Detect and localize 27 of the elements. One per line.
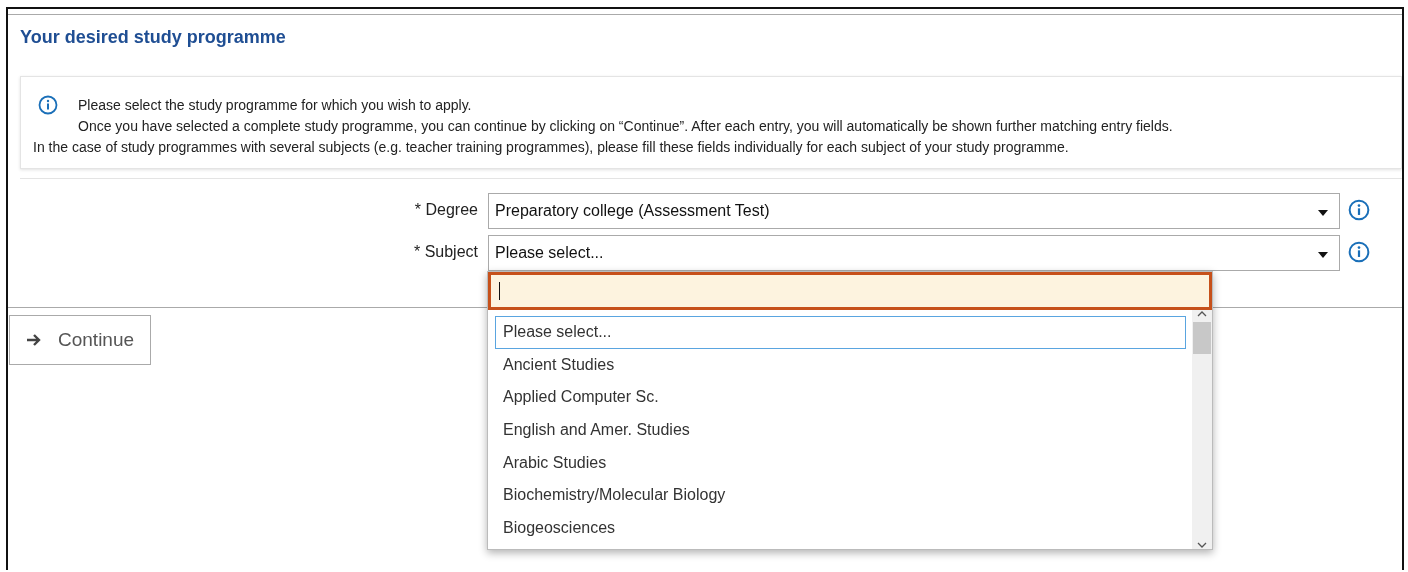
select-field[interactable]: Please select...: [488, 235, 1340, 271]
dropdown-option[interactable]: Biochemistry/Molecular Biology: [495, 478, 1186, 512]
dropdown-option[interactable]: Ancient Studies: [495, 348, 1186, 382]
dropdown-option[interactable]: Applied Computer Sc.: [495, 381, 1186, 414]
dropdown-option[interactable]: English and Amer. Studies: [495, 413, 1186, 447]
arrow-icon: [26, 333, 42, 347]
info-icon[interactable]: [1348, 199, 1370, 221]
scroll-up-icon[interactable]: [1197, 310, 1207, 318]
scroll-down-icon[interactable]: [1197, 541, 1207, 549]
info-text: Once you have selected a complete study programme, you can continue by clicking on “Continue”. After each entry, you will automatically be shown further matching entry fields.: [78, 117, 1174, 136]
caret-icon: [1317, 208, 1329, 217]
scrollbar-thumb[interactable]: [1193, 322, 1211, 354]
info-text: In the case of study programmes with several subjects (e.g. teacher training programmes), please fill these fields individually for each subject of your study programme.: [33, 138, 1070, 157]
continue-button[interactable]: Continue: [9, 315, 151, 365]
info-text: Please select the study programme for which you wish to apply.: [78, 96, 473, 115]
info-icon: [38, 95, 58, 115]
select-field[interactable]: Preparatory college (Assessment Test): [488, 193, 1340, 229]
field-label: * Degree: [413, 200, 479, 219]
info-icon[interactable]: [1348, 241, 1370, 263]
field-label: * Subject: [412, 242, 479, 261]
dropdown-option[interactable]: Biogeosciences: [495, 511, 1186, 545]
scrollbar[interactable]: [1192, 310, 1212, 549]
search-field[interactable]: [488, 272, 1212, 310]
caret-icon: [1317, 250, 1329, 259]
dropdown-option[interactable]: Please select...: [495, 316, 1186, 349]
section-title: Your desired study programme: [20, 27, 287, 48]
dropdown-option[interactable]: Arabic Studies: [495, 446, 1186, 479]
